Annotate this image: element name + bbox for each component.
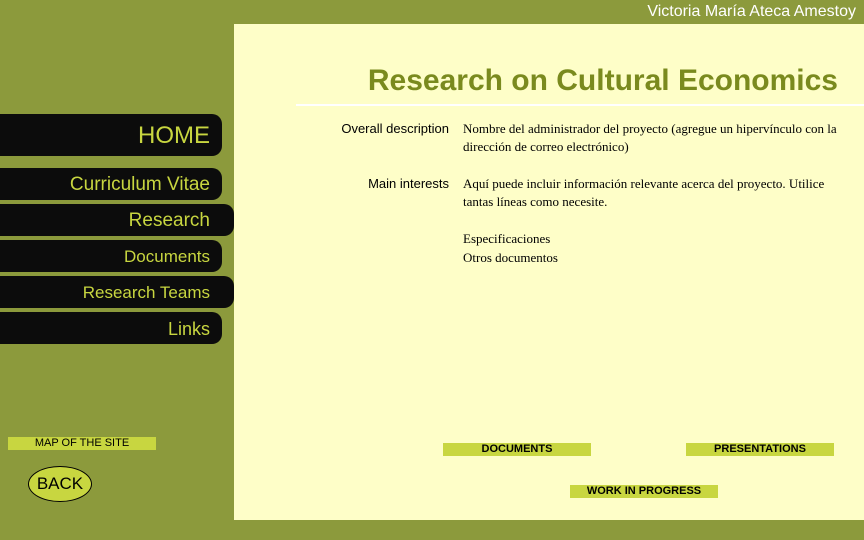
other-documents-text: Otros documentos: [463, 250, 558, 265]
title-divider: [296, 104, 864, 106]
nav-research-teams[interactable]: Research Teams: [0, 276, 234, 308]
nav-links[interactable]: Links: [0, 312, 222, 344]
specifications-text: Especificaciones: [463, 231, 551, 246]
documents-link[interactable]: DOCUMENTS: [443, 443, 591, 456]
nav-documents[interactable]: Documents: [0, 240, 222, 272]
nav-research[interactable]: Research: [0, 204, 234, 236]
page-title: Research on Cultural Economics: [367, 64, 838, 97]
back-button[interactable]: BACK: [28, 466, 92, 502]
map-of-site-link[interactable]: MAP OF THE SITE: [8, 437, 156, 450]
nav-curriculum-vitae[interactable]: Curriculum Vitae: [0, 168, 222, 200]
site-author: Victoria María Ateca Amestoy: [647, 3, 856, 20]
header-bar: Victoria María Ateca Amestoy: [234, 0, 864, 24]
overall-description-label: Overall description: [341, 121, 449, 136]
footer-bar: [234, 520, 864, 540]
nav-home[interactable]: HOME: [0, 114, 222, 156]
main-interests-label: Main interests: [368, 176, 449, 191]
overall-description-value: Nombre del administrador del proyecto (a…: [463, 121, 837, 154]
work-in-progress-link[interactable]: WORK IN PROGRESS: [570, 485, 718, 498]
main-interests-value: Aquí puede incluir información relevante…: [463, 176, 825, 209]
presentations-link[interactable]: PRESENTATIONS: [686, 443, 834, 456]
